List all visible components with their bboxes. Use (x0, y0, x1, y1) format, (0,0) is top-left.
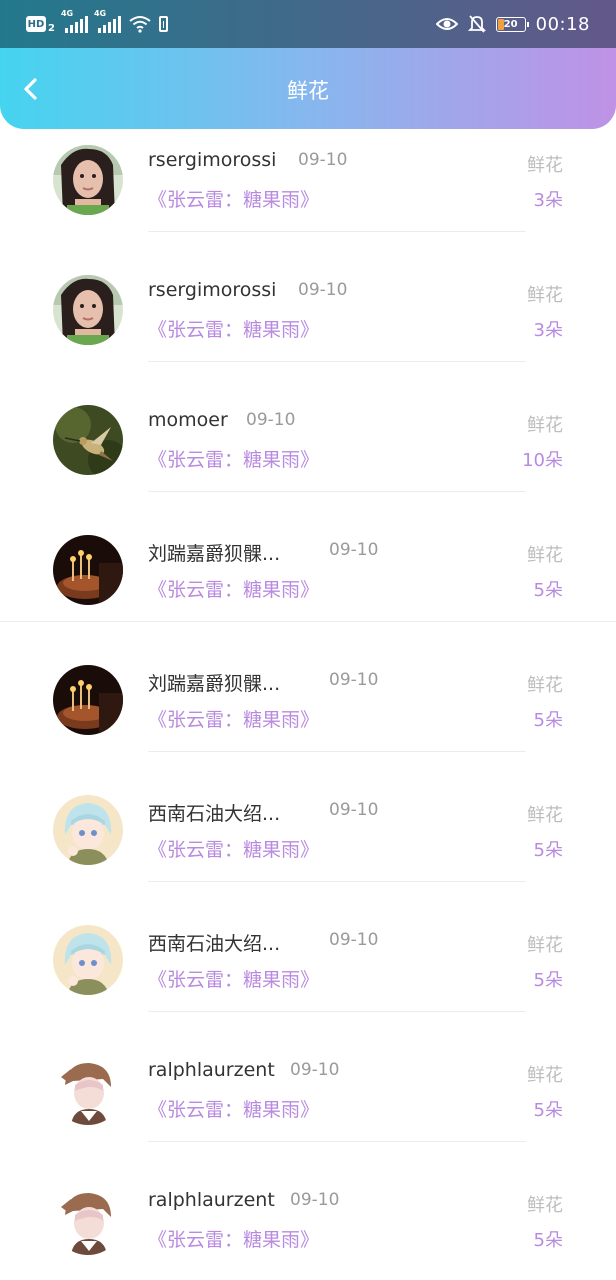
battery-level: 20 (503, 18, 518, 30)
gift-count: 5朵 (533, 710, 563, 731)
gift-type-label: 鲜花 (527, 1195, 563, 1216)
network-type-label: 4G (93, 9, 107, 18)
candles-avatar-icon (53, 665, 123, 735)
username[interactable]: 刘踹嘉爵狈髁... (148, 539, 280, 566)
woman-avatar-icon (53, 145, 123, 215)
avatar[interactable] (53, 665, 123, 735)
avatar[interactable] (53, 795, 123, 865)
signal-icon: 4G (94, 9, 121, 33)
list-item[interactable]: momoer 09-10 《张云雷：糖果雨》 鲜花 10朵 (0, 390, 616, 520)
app-header: 鲜花 (0, 48, 616, 129)
anime-girl-avatar-icon (53, 795, 123, 865)
status-bar: HD 2 4G 4G 20 00:18 (0, 0, 616, 48)
divider (148, 751, 526, 752)
work-title[interactable]: 《张云雷：糖果雨》 (148, 835, 319, 862)
gift-date: 09-10 (329, 930, 379, 950)
avatar[interactable] (53, 1185, 123, 1255)
work-title[interactable]: 《张云雷：糖果雨》 (148, 1225, 319, 1252)
woman-avatar-icon (53, 275, 123, 345)
gift-type-label: 鲜花 (527, 155, 563, 176)
username[interactable]: 刘踹嘉爵狈髁... (148, 669, 280, 696)
avatar[interactable] (53, 535, 123, 605)
divider (0, 621, 616, 622)
anime-boy-avatar-icon (53, 1055, 123, 1125)
work-title[interactable]: 《张云雷：糖果雨》 (148, 705, 319, 732)
gift-count: 10朵 (522, 450, 563, 471)
list-item[interactable]: 刘踹嘉爵狈髁... 09-10 《张云雷：糖果雨》 鲜花 5朵 (0, 650, 616, 780)
gift-date: 09-10 (290, 1190, 340, 1210)
gift-count: 5朵 (533, 580, 563, 601)
username[interactable]: momoer (148, 409, 228, 431)
gift-type-label: 鲜花 (527, 805, 563, 826)
work-title[interactable]: 《张云雷：糖果雨》 (148, 965, 319, 992)
bell-off-icon (467, 15, 486, 33)
gift-count: 5朵 (533, 1100, 563, 1121)
gift-count: 3朵 (533, 190, 563, 211)
divider (148, 361, 526, 362)
work-title[interactable]: 《张云雷：糖果雨》 (148, 185, 319, 212)
work-title[interactable]: 《张云雷：糖果雨》 (148, 315, 319, 342)
gift-count: 5朵 (533, 970, 563, 991)
gift-date: 09-10 (329, 800, 379, 820)
gift-date: 09-10 (290, 1060, 340, 1080)
gift-count: 3朵 (533, 320, 563, 341)
candles-avatar-icon (53, 535, 123, 605)
list-item[interactable]: 刘踹嘉爵狈髁... 09-10 《张云雷：糖果雨》 鲜花 5朵 (0, 520, 616, 650)
username[interactable]: ralphlaurzent (148, 1059, 275, 1081)
avatar[interactable] (53, 145, 123, 215)
divider (148, 491, 526, 492)
divider (148, 231, 526, 232)
battery-icon: 20 (495, 16, 529, 32)
gift-date: 09-10 (329, 670, 379, 690)
list-item[interactable]: rsergimorossi 09-10 《张云雷：糖果雨》 鲜花 3朵 (0, 130, 616, 260)
status-right: 20 00:18 (435, 12, 590, 36)
work-title[interactable]: 《张云雷：糖果雨》 (148, 1095, 319, 1122)
anime-boy-avatar-icon (53, 1185, 123, 1255)
gift-type-label: 鲜花 (527, 285, 563, 306)
username[interactable]: 西南石油大绍... (148, 929, 280, 956)
avatar[interactable] (53, 405, 123, 475)
gift-count: 5朵 (533, 840, 563, 861)
divider (148, 1141, 526, 1142)
page-title: 鲜花 (287, 79, 329, 103)
divider (148, 881, 526, 882)
avatar[interactable] (53, 275, 123, 345)
network-type-label: 4G (60, 9, 74, 18)
gift-type-label: 鲜花 (527, 935, 563, 956)
gift-count: 5朵 (533, 1230, 563, 1251)
username[interactable]: rsergimorossi (148, 279, 276, 301)
hd-icon: HD (26, 16, 46, 32)
work-title[interactable]: 《张云雷：糖果雨》 (148, 445, 319, 472)
gift-type-label: 鲜花 (527, 1065, 563, 1086)
gift-date: 09-10 (246, 410, 296, 430)
wifi-icon (129, 16, 151, 33)
hd-sub-label: 2 (48, 22, 55, 34)
username[interactable]: 西南石油大绍... (148, 799, 280, 826)
signal-icon: 4G (61, 9, 88, 33)
anime-girl-avatar-icon (53, 925, 123, 995)
work-title[interactable]: 《张云雷：糖果雨》 (148, 575, 319, 602)
status-left: HD 2 4G 4G (26, 9, 168, 36)
gift-date: 09-10 (329, 540, 379, 560)
username[interactable]: rsergimorossi (148, 149, 276, 171)
username[interactable]: ralphlaurzent (148, 1189, 275, 1211)
gift-records-page: rsergimorossi 09-10 《张云雷：糖果雨》 鲜花 3朵 rser… (0, 0, 616, 1280)
gift-date: 09-10 (298, 150, 348, 170)
list-item[interactable]: 西南石油大绍... 09-10 《张云雷：糖果雨》 鲜花 5朵 (0, 910, 616, 1040)
clock: 00:18 (535, 13, 590, 35)
list-item[interactable]: 西南石油大绍... 09-10 《张云雷：糖果雨》 鲜花 5朵 (0, 780, 616, 910)
eye-icon (435, 18, 458, 30)
gift-type-label: 鲜花 (527, 415, 563, 436)
divider (148, 1011, 526, 1012)
avatar[interactable] (53, 925, 123, 995)
list-item[interactable]: ralphlaurzent 09-10 《张云雷：糖果雨》 鲜花 5朵 (0, 1170, 616, 1280)
gift-date: 09-10 (298, 280, 348, 300)
battery-saver-icon (158, 16, 168, 32)
gift-type-label: 鲜花 (527, 545, 563, 566)
list-item[interactable]: rsergimorossi 09-10 《张云雷：糖果雨》 鲜花 3朵 (0, 260, 616, 390)
list-item[interactable]: ralphlaurzent 09-10 《张云雷：糖果雨》 鲜花 5朵 (0, 1040, 616, 1170)
avatar[interactable] (53, 1055, 123, 1125)
gift-type-label: 鲜花 (527, 675, 563, 696)
hummingbird-avatar-icon (53, 405, 123, 475)
